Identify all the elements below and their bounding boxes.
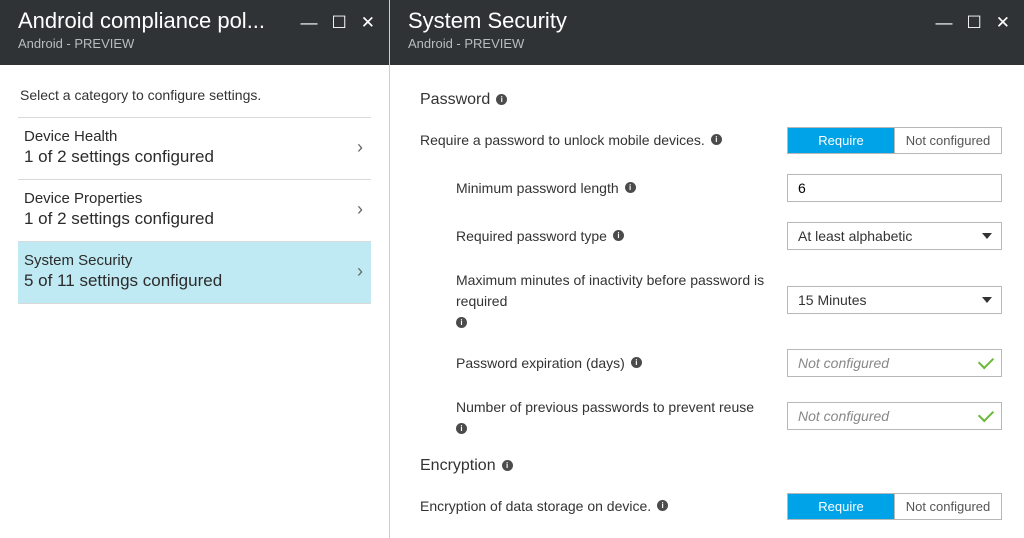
category-device-health[interactable]: Device Health 1 of 2 settings configured… — [18, 118, 371, 180]
input-value: Not configured — [787, 402, 1002, 430]
blade-right: System Security Android - PREVIEW — ☐ ✕ … — [390, 0, 1024, 538]
password-expiration-input[interactable]: Not configured — [787, 349, 1002, 377]
category-name: System Security — [24, 252, 357, 269]
close-icon[interactable]: ✕ — [361, 14, 375, 31]
setting-require-password: Require a password to unlock mobile devi… — [420, 127, 1002, 154]
info-icon[interactable]: i — [625, 182, 636, 193]
chevron-right-icon: › — [357, 137, 363, 158]
setting-encryption-storage: Encryption of data storage on device. i … — [420, 493, 1002, 520]
category-status: 5 of 11 settings configured — [24, 271, 357, 291]
segment-not-configured[interactable]: Not configured — [894, 494, 1001, 519]
info-icon[interactable]: i — [657, 500, 668, 511]
category-name: Device Health — [24, 128, 357, 145]
setting-min-password-length: Minimum password length i — [420, 174, 1002, 202]
info-icon[interactable]: i — [613, 230, 624, 241]
minimize-icon[interactable]: — — [301, 14, 318, 31]
info-icon[interactable]: i — [502, 460, 513, 471]
setting-label: Encryption of data storage on device. — [420, 496, 651, 517]
setting-label: Minimum password length — [456, 178, 619, 199]
select-value: At least alphabetic — [787, 222, 1002, 250]
category-name: Device Properties — [24, 190, 357, 207]
info-icon[interactable]: i — [456, 317, 467, 328]
info-icon[interactable]: i — [631, 357, 642, 368]
segment-not-configured[interactable]: Not configured — [894, 128, 1001, 153]
setting-label: Require a password to unlock mobile devi… — [420, 130, 705, 151]
category-status: 1 of 2 settings configured — [24, 147, 357, 167]
encryption-storage-toggle[interactable]: Require Not configured — [787, 493, 1002, 520]
blade-right-title: System Security — [408, 8, 928, 34]
minimize-icon[interactable]: — — [936, 14, 953, 31]
blade-left: Android compliance pol... Android - PREV… — [0, 0, 390, 538]
password-reuse-input[interactable]: Not configured — [787, 402, 1002, 430]
segment-require[interactable]: Require — [788, 128, 894, 153]
blade-left-header: Android compliance pol... Android - PREV… — [0, 0, 389, 65]
segment-require[interactable]: Require — [788, 494, 894, 519]
setting-label: Maximum minutes of inactivity before pas… — [456, 270, 771, 312]
category-list: Device Health 1 of 2 settings configured… — [18, 117, 371, 304]
password-type-select[interactable]: At least alphabetic — [787, 222, 1002, 250]
section-heading-text: Encryption — [420, 457, 496, 475]
blade-left-subtitle: Android - PREVIEW — [18, 36, 293, 51]
setting-password-expiration: Password expiration (days) i Not configu… — [420, 349, 1002, 377]
select-value: 15 Minutes — [787, 286, 1002, 314]
info-icon[interactable]: i — [496, 94, 507, 105]
section-encryption-heading: Encryption i — [420, 457, 1002, 475]
section-password-heading: Password i — [420, 91, 1002, 109]
category-system-security[interactable]: System Security 5 of 11 settings configu… — [18, 242, 371, 304]
category-prompt: Select a category to configure settings. — [20, 87, 371, 103]
setting-password-reuse: Number of previous passwords to prevent … — [420, 397, 1002, 435]
require-password-toggle[interactable]: Require Not configured — [787, 127, 1002, 154]
min-password-length-input[interactable] — [787, 174, 1002, 202]
setting-password-type: Required password type i At least alphab… — [420, 222, 1002, 250]
section-heading-text: Password — [420, 91, 490, 109]
info-icon[interactable]: i — [456, 423, 467, 434]
info-icon[interactable]: i — [711, 134, 722, 145]
category-status: 1 of 2 settings configured — [24, 209, 357, 229]
chevron-right-icon: › — [357, 261, 363, 282]
setting-max-inactivity: Maximum minutes of inactivity before pas… — [420, 270, 1002, 329]
maximize-icon[interactable]: ☐ — [332, 14, 347, 31]
setting-label: Number of previous passwords to prevent … — [456, 397, 754, 418]
max-inactivity-select[interactable]: 15 Minutes — [787, 286, 1002, 314]
blade-right-subtitle: Android - PREVIEW — [408, 36, 928, 51]
chevron-right-icon: › — [357, 199, 363, 220]
setting-label: Password expiration (days) — [456, 353, 625, 374]
category-device-properties[interactable]: Device Properties 1 of 2 settings config… — [18, 180, 371, 242]
blade-left-title: Android compliance pol... — [18, 8, 293, 34]
maximize-icon[interactable]: ☐ — [967, 14, 982, 31]
setting-label: Required password type — [456, 226, 607, 247]
close-icon[interactable]: ✕ — [996, 14, 1010, 31]
input-value: Not configured — [787, 349, 1002, 377]
blade-right-header: System Security Android - PREVIEW — ☐ ✕ — [390, 0, 1024, 65]
